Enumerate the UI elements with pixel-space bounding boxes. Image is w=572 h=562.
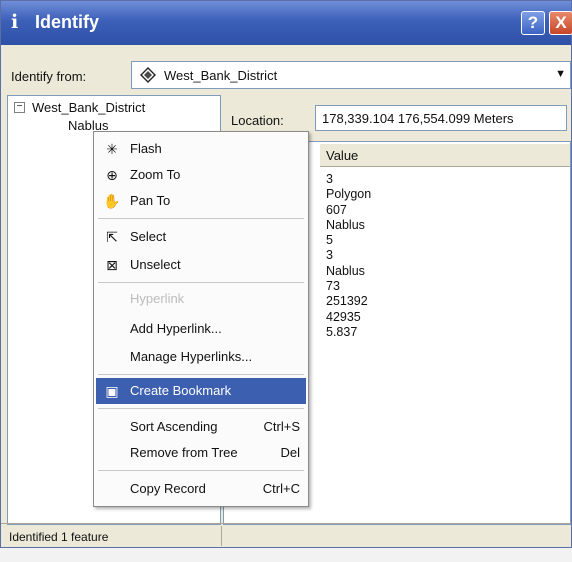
menu-item-shortcut: Ctrl+C — [262, 481, 300, 496]
menu-item-pan-to[interactable]: ✋ Pan To — [96, 188, 306, 214]
location-field[interactable]: 178,339.104 176,554.099 Meters — [315, 105, 567, 131]
identify-from-label: Identify from: — [11, 69, 87, 84]
menu-item-sort-ascending[interactable]: Sort Ascending Ctrl+S — [96, 414, 306, 440]
value-header-label: Value — [326, 148, 359, 163]
layer-icon — [140, 67, 156, 83]
menu-item-remove-from-tree[interactable]: Remove from Tree Del — [96, 440, 306, 466]
grid-value-cell: 3 — [326, 248, 333, 263]
menu-separator — [98, 282, 304, 283]
status-divider — [221, 526, 222, 546]
menu-separator — [98, 470, 304, 471]
grid-value-cell: 42935 — [326, 309, 361, 324]
select-icon: ⇱ — [106, 229, 118, 245]
flash-icon: ✳ — [106, 141, 118, 157]
menu-item-label: Select — [130, 229, 167, 244]
grid-value-cell: 251392 — [326, 294, 368, 309]
menu-item-shortcut: Del — [280, 445, 300, 460]
grid-value-cell: 5 — [326, 233, 333, 248]
menu-item-label: Sort Ascending — [130, 419, 218, 434]
menu-item-label: Copy Record — [130, 481, 206, 496]
value-column-header[interactable]: Value — [320, 144, 570, 167]
menu-item-label: Remove from Tree — [130, 445, 238, 460]
menu-item-label: Unselect — [130, 257, 181, 272]
bookmark-icon: ▣ — [105, 383, 119, 399]
menu-separator — [98, 408, 304, 409]
collapse-icon[interactable]: − — [14, 102, 25, 113]
help-button[interactable]: ? — [521, 11, 545, 35]
menu-item-label: Flash — [130, 141, 162, 156]
unselect-icon: ⊠ — [106, 257, 118, 273]
menu-item-manage-hyperlinks[interactable]: Manage Hyperlinks... — [96, 344, 306, 370]
identify-from-value: West_Bank_District — [164, 68, 278, 83]
window-title: Identify — [35, 12, 100, 32]
location-label: Location: — [231, 113, 284, 128]
menu-item-label: Create Bookmark — [130, 383, 232, 398]
menu-item-hyperlink: Hyperlink — [96, 286, 306, 312]
status-text: Identified 1 feature — [9, 530, 109, 544]
status-bar: Identified 1 feature — [1, 523, 571, 548]
identify-from-dropdown[interactable]: West_Bank_District ▼ — [131, 61, 571, 89]
close-button[interactable]: X — [549, 11, 572, 35]
menu-item-label: Manage Hyperlinks... — [130, 349, 253, 364]
menu-item-label: Hyperlink — [130, 291, 185, 306]
grid-value-cell: 73 — [326, 279, 340, 294]
identify-window: i Identify ? X Identify from: West_Bank_… — [0, 0, 572, 548]
grid-value-cell: 3 — [326, 172, 333, 186]
menu-item-label: Pan To — [130, 193, 171, 208]
menu-separator — [98, 374, 304, 375]
chevron-down-icon[interactable]: ▼ — [555, 68, 566, 80]
menu-item-label: Zoom To — [130, 167, 181, 182]
info-icon: i — [11, 11, 19, 33]
context-menu: ✳ Flash ⊕ Zoom To ✋ Pan To ⇱ Select ⊠ Un… — [93, 131, 309, 507]
menu-item-zoom-to[interactable]: ⊕ Zoom To — [96, 162, 306, 188]
grid-value-cell: 5.837 — [326, 324, 358, 339]
zoom-icon: ⊕ — [106, 167, 118, 183]
menu-item-flash[interactable]: ✳ Flash — [96, 136, 306, 162]
menu-item-select[interactable]: ⇱ Select — [96, 224, 306, 250]
menu-separator — [98, 218, 304, 219]
menu-item-unselect[interactable]: ⊠ Unselect — [96, 252, 306, 278]
menu-item-label: Add Hyperlink... — [130, 321, 222, 336]
pan-icon: ✋ — [103, 193, 121, 209]
title-bar[interactable]: i Identify ? X — [1, 1, 572, 45]
grid-value-cell: Polygon — [326, 187, 372, 202]
menu-item-add-hyperlink[interactable]: Add Hyperlink... — [96, 316, 306, 342]
menu-item-create-bookmark[interactable]: ▣ Create Bookmark — [96, 378, 306, 404]
grid-value-cell: 607 — [326, 202, 347, 217]
tree-root-layer[interactable]: West_Bank_District — [32, 100, 145, 115]
value-column: 3 Polygon 607 Nablus 5 3 Nablus 73 25139… — [326, 172, 371, 340]
grid-value-cell: Nablus — [326, 217, 365, 232]
menu-item-copy-record[interactable]: Copy Record Ctrl+C — [96, 476, 306, 502]
grid-value-cell: Nablus — [326, 263, 365, 278]
menu-item-shortcut: Ctrl+S — [263, 419, 300, 434]
